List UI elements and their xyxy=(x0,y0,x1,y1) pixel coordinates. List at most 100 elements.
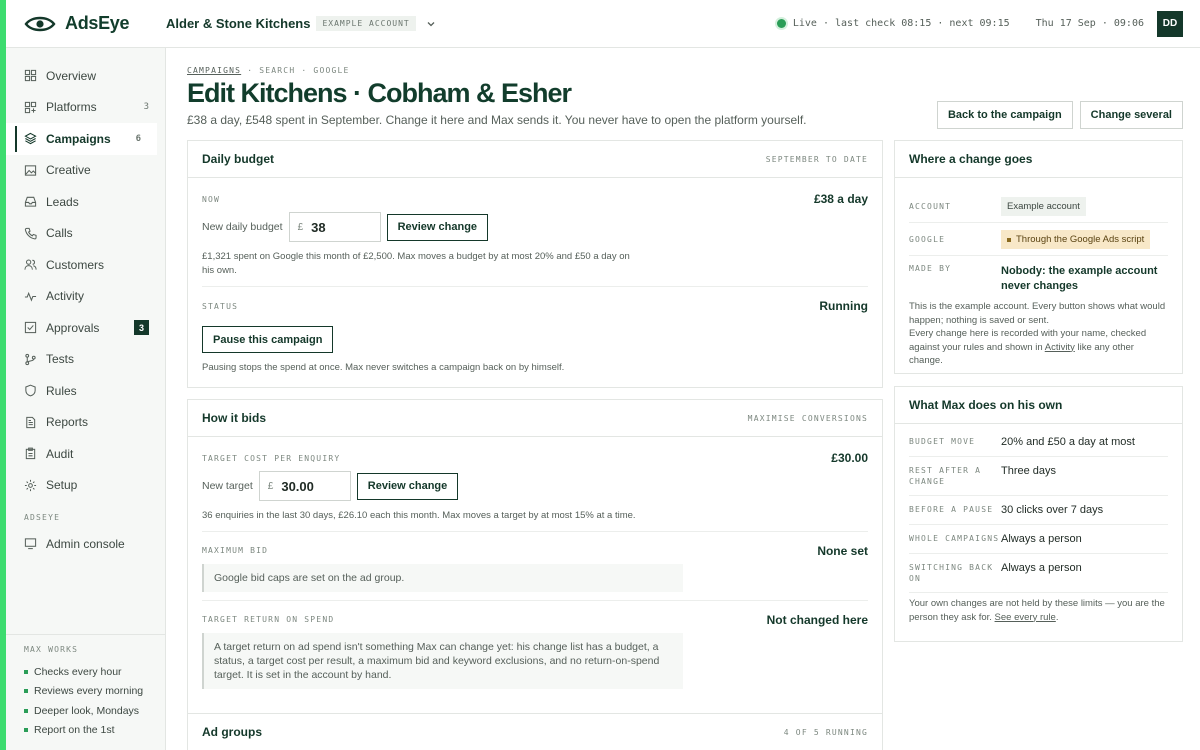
chevron-down-icon[interactable] xyxy=(426,19,436,29)
sidebar-item-label: Calls xyxy=(46,226,73,241)
limit-value: Always a person xyxy=(1001,562,1082,574)
sidebar-item-rules[interactable]: Rules xyxy=(6,375,165,407)
target-input[interactable]: £ 30.00 xyxy=(258,471,351,501)
activity-link[interactable]: Activity xyxy=(1045,342,1075,353)
breadcrumb-separator: · xyxy=(247,66,260,75)
breadcrumb: CAMPAIGNS · SEARCH · GOOGLE xyxy=(187,66,350,75)
sidebar-item-activity[interactable]: Activity xyxy=(6,281,165,313)
clipboard-icon xyxy=(25,447,36,460)
sidebar-item-calls[interactable]: Calls xyxy=(6,218,165,250)
console-icon xyxy=(24,538,37,550)
change-several-button[interactable]: Change several xyxy=(1079,101,1183,129)
card-meta: MAXIMISE CONVERSIONS xyxy=(747,413,868,423)
back-to-campaign-button[interactable]: Back to the campaign xyxy=(936,101,1073,129)
max-works-item: Checks every hour xyxy=(24,662,165,682)
account-tag-value: Example account xyxy=(1001,197,1086,216)
sidebar-item-label: Overview xyxy=(46,68,97,83)
shield-icon xyxy=(25,384,36,397)
breadcrumb-campaigns[interactable]: CAMPAIGNS xyxy=(187,66,241,75)
now-label: NOW xyxy=(202,194,221,204)
sidebar-item-overview[interactable]: Overview xyxy=(6,60,165,92)
google-route-text: Through the Google Ads script xyxy=(1016,234,1145,245)
ad-groups-card: Ad groups 4 OF 5 RUNNING xyxy=(187,713,883,750)
made-by-value: Nobody: the example account never change… xyxy=(1001,265,1158,292)
max-bid-value: None set xyxy=(817,543,868,558)
card-meta: 4 OF 5 RUNNING xyxy=(783,727,868,737)
sidebar-item-label: Approvals xyxy=(46,320,100,335)
sidebar-item-label: Setup xyxy=(46,478,78,493)
pause-campaign-button[interactable]: Pause this campaign xyxy=(202,326,334,353)
sidebar-item-label: Creative xyxy=(46,163,91,178)
sidebar-item-setup[interactable]: Setup xyxy=(6,470,165,502)
brand-name: AdsEye xyxy=(65,13,130,33)
max-bid-note: Google bid caps are set on the ad group. xyxy=(202,563,683,592)
max-works-item: Report on the 1st xyxy=(24,721,165,741)
account-tag: EXAMPLE ACCOUNT xyxy=(316,16,416,31)
limit-label: BUDGET MOVE xyxy=(909,437,976,446)
sidebar-item-label: Activity xyxy=(46,289,85,304)
note-period: . xyxy=(1055,611,1059,623)
logo[interactable]: AdsEye xyxy=(24,13,166,34)
limit-label: WHOLE CAMPAIGNS xyxy=(909,534,1000,543)
sidebar-item-label: Platforms xyxy=(46,100,97,115)
where-change-goes-card: Where a change goes ACCOUNT Example acco… xyxy=(894,140,1183,374)
limit-row: SWITCHING BACK ON Always a person xyxy=(909,554,1168,593)
inbox-icon xyxy=(24,197,37,207)
sidebar-item-customers[interactable]: Customers xyxy=(6,249,165,281)
grid-icon xyxy=(24,70,37,82)
sidebar-item-badge: 3 xyxy=(134,320,149,336)
max-works-title: MAX WORKS xyxy=(24,645,79,654)
max-bid-label: MAXIMUM BID xyxy=(202,546,269,555)
see-every-rule-link[interactable]: See every rule xyxy=(995,612,1056,623)
page-subtitle: £38 a day, £548 spent in September. Chan… xyxy=(187,113,807,127)
sidebar-item-label: Campaigns xyxy=(46,131,111,146)
review-target-change-button[interactable]: Review change xyxy=(356,472,459,500)
change-record-note: Every change here is recorded with your … xyxy=(909,327,1168,368)
sidebar-item-count: 3 xyxy=(143,102,149,113)
budget-input-value: 38 xyxy=(311,219,326,235)
limit-label: REST AFTER A CHANGE xyxy=(909,466,982,486)
sidebar-item-admin-console[interactable]: Admin console xyxy=(6,528,165,560)
account-switcher[interactable]: Alder & Stone Kitchens EXAMPLE ACCOUNT xyxy=(166,16,436,31)
budget-note: £1,321 spent on Google this month of £2,… xyxy=(202,251,630,276)
limit-row: BEFORE A PAUSE 30 clicks over 7 days xyxy=(909,496,1168,525)
made-by-label: MADE BY xyxy=(909,264,952,273)
account-label: ACCOUNT xyxy=(909,202,952,211)
status-label: STATUS xyxy=(202,301,239,311)
sidebar-item-reports[interactable]: Reports xyxy=(6,407,165,439)
roas-value: Not changed here xyxy=(766,612,868,627)
sidebar-item-audit[interactable]: Audit xyxy=(6,438,165,470)
roas-note: A target return on ad spend isn't someth… xyxy=(202,632,683,689)
card-title: How it bids xyxy=(202,411,266,425)
current-budget-value: £38 a day xyxy=(813,192,868,206)
top-bar: AdsEye Alder & Stone Kitchens EXAMPLE AC… xyxy=(6,0,1200,48)
breadcrumb-google: GOOGLE xyxy=(313,66,350,75)
limit-value: Always a person xyxy=(1001,533,1082,545)
sidebar-item-campaigns[interactable]: Campaigns 6 xyxy=(6,123,157,155)
budget-input[interactable]: £ 38 xyxy=(288,212,381,242)
check-square-icon xyxy=(24,322,37,334)
max-works-panel: MAX WORKS Checks every hour Reviews ever… xyxy=(6,634,165,750)
sidebar-item-label: Tests xyxy=(46,352,75,367)
eye-logo-icon xyxy=(24,16,56,31)
sidebar-item-tests[interactable]: Tests xyxy=(6,344,165,376)
sidebar-item-platforms[interactable]: Platforms 3 xyxy=(6,92,165,124)
review-budget-change-button[interactable]: Review change xyxy=(386,213,489,241)
sidebar-item-leads[interactable]: Leads xyxy=(6,186,165,218)
limits-note: Your own changes are not held by these l… xyxy=(895,593,1182,624)
card-meta: SEPTEMBER TO DATE xyxy=(765,154,868,164)
sidebar-nav: Overview Platforms 3 Campaigns 6 Creative … xyxy=(6,48,165,501)
limit-label: SWITCHING BACK ON xyxy=(909,563,994,583)
sidebar-item-label: Rules xyxy=(46,383,77,398)
breadcrumb-search: SEARCH xyxy=(259,66,296,75)
sidebar-item-creative[interactable]: Creative xyxy=(6,155,165,187)
sidebar-item-approvals[interactable]: Approvals 3 xyxy=(6,312,165,344)
currency-symbol: £ xyxy=(297,221,304,233)
user-avatar[interactable]: DD xyxy=(1157,10,1183,37)
limit-row: BUDGET MOVE 20% and £50 a day at most xyxy=(909,428,1168,457)
live-status-dot xyxy=(776,19,786,28)
sidebar-item-count: 6 xyxy=(135,133,141,144)
sidebar-item-label: Admin console xyxy=(46,536,125,551)
budget-input-label: New daily budget xyxy=(202,221,283,233)
sidebar: Overview Platforms 3 Campaigns 6 Creative … xyxy=(6,48,166,750)
